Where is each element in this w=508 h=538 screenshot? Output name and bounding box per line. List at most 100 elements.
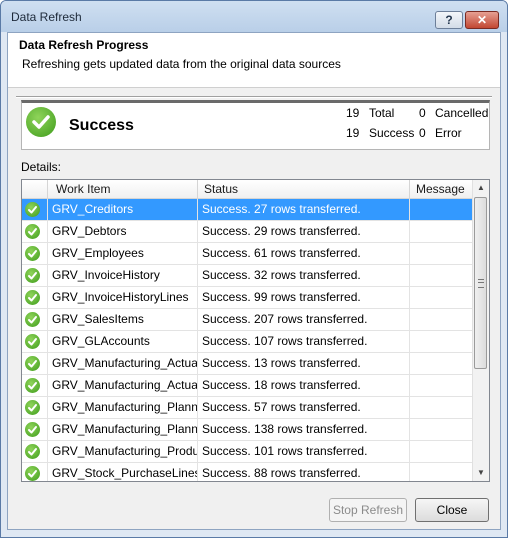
work-item-cell: GRV_InvoiceHistory: [48, 265, 198, 286]
table-row[interactable]: GRV_SalesItems Success. 207 rows transfer…: [22, 309, 474, 331]
summary-status: Success: [69, 117, 134, 134]
status-cell: Success. 61 rows transferred.: [198, 243, 410, 264]
success-check-icon: [25, 268, 40, 283]
success-check-icon: [25, 400, 40, 415]
table-row[interactable]: GRV_Debtors Success. 29 rows transferred.: [22, 221, 474, 243]
help-button[interactable]: ?: [435, 11, 463, 29]
total-count: 19: [346, 106, 360, 120]
column-header-status[interactable]: Status: [198, 180, 410, 198]
table-row[interactable]: GRV_InvoiceHistory Success. 32 rows trans…: [22, 265, 474, 287]
column-header-message[interactable]: Message: [410, 180, 474, 198]
success-label: Success: [369, 126, 415, 140]
status-cell: Success. 29 rows transferred.: [198, 221, 410, 242]
stop-refresh-button[interactable]: Stop Refresh: [329, 498, 407, 522]
work-item-cell: GRV_Creditors: [48, 199, 198, 220]
table-row[interactable]: GRV_Manufacturing_Actua... Success. 18 ro…: [22, 375, 474, 397]
status-cell: Success. 32 rows transferred.: [198, 265, 410, 286]
close-button[interactable]: Close: [415, 498, 489, 522]
status-icon-cell: [22, 419, 48, 440]
success-check-icon: [25, 312, 40, 327]
success-check-icon: [25, 334, 40, 349]
success-check-icon: [25, 422, 40, 437]
status-cell: Success. 13 rows transferred.: [198, 353, 410, 374]
dialog-header: Data Refresh Progress Refreshing gets up…: [8, 33, 500, 88]
table-row[interactable]: GRV_Employees Success. 61 rows transferre…: [22, 243, 474, 265]
work-item-cell: GRV_Manufacturing_Plann...: [48, 419, 198, 440]
table-row[interactable]: GRV_Manufacturing_Actua... Success. 13 ro…: [22, 353, 474, 375]
error-label: Error: [435, 126, 462, 140]
separator: [16, 96, 492, 98]
cancelled-label: Cancelled: [435, 106, 489, 120]
message-cell: [410, 419, 474, 440]
status-icon-cell: [22, 221, 48, 242]
status-cell: Success. 99 rows transferred.: [198, 287, 410, 308]
window-title: Data Refresh: [11, 10, 82, 24]
work-item-cell: GRV_SalesItems: [48, 309, 198, 330]
header-subtitle: Refreshing gets updated data from the or…: [22, 57, 341, 71]
status-cell: Success. 138 rows transferred.: [198, 419, 410, 440]
status-icon-cell: [22, 397, 48, 418]
message-cell: [410, 375, 474, 396]
message-cell: [410, 309, 474, 330]
message-cell: [410, 243, 474, 264]
status-icon-cell: [22, 265, 48, 286]
message-cell: [410, 265, 474, 286]
table-row[interactable]: GRV_GLAccounts Success. 107 rows transfer…: [22, 331, 474, 353]
scroll-down-arrow-icon[interactable]: ▼: [473, 465, 489, 481]
work-item-cell: GRV_Stock_PurchaseLines: [48, 463, 198, 481]
cancelled-count: 0: [419, 106, 426, 120]
status-icon-cell: [22, 243, 48, 264]
status-icon-cell: [22, 353, 48, 374]
status-cell: Success. 57 rows transferred.: [198, 397, 410, 418]
message-cell: [410, 331, 474, 352]
table-row[interactable]: GRV_Manufacturing_Plann... Success. 138 r…: [22, 419, 474, 441]
work-item-cell: GRV_Manufacturing_Plann...: [48, 397, 198, 418]
work-item-cell: GRV_Manufacturing_Actua...: [48, 375, 198, 396]
summary-panel: Success 19 Total 0 Cancelled 19 Success …: [21, 100, 490, 150]
message-cell: [410, 199, 474, 220]
success-check-icon: [25, 356, 40, 371]
table-row[interactable]: GRV_InvoiceHistoryLines Success. 99 rows …: [22, 287, 474, 309]
message-cell: [410, 397, 474, 418]
work-item-cell: GRV_Manufacturing_Produ...: [48, 441, 198, 462]
table-row[interactable]: GRV_Manufacturing_Produ... Success. 101 r…: [22, 441, 474, 463]
error-count: 0: [419, 126, 426, 140]
details-grid[interactable]: Work Item Status Message GRV_Creditors Su…: [21, 179, 490, 482]
status-cell: Success. 27 rows transferred.: [198, 199, 410, 220]
status-cell: Success. 207 rows transferred.: [198, 309, 410, 330]
dialog-body: Data Refresh Progress Refreshing gets up…: [7, 32, 501, 530]
table-row[interactable]: GRV_Stock_PurchaseLines Success. 88 rows …: [22, 463, 474, 481]
column-header-work-item[interactable]: Work Item: [48, 180, 198, 198]
status-cell: Success. 101 rows transferred.: [198, 441, 410, 462]
success-check-icon: [25, 246, 40, 261]
window-close-button[interactable]: ✕: [465, 11, 499, 29]
status-cell: Success. 18 rows transferred.: [198, 375, 410, 396]
total-label: Total: [369, 106, 395, 120]
message-cell: [410, 353, 474, 374]
header-icon-column[interactable]: [22, 180, 48, 198]
status-icon-cell: [22, 375, 48, 396]
grid-header: Work Item Status Message: [22, 180, 474, 199]
title-bar: Data Refresh ? ✕: [1, 1, 507, 32]
status-icon-cell: [22, 309, 48, 330]
status-cell: Success. 88 rows transferred.: [198, 463, 410, 481]
table-row[interactable]: GRV_Manufacturing_Plann... Success. 57 ro…: [22, 397, 474, 419]
success-check-icon: [25, 378, 40, 393]
success-check-icon: [26, 107, 56, 137]
work-item-cell: GRV_Manufacturing_Actua...: [48, 353, 198, 374]
success-count: 19: [346, 126, 360, 140]
status-cell: Success. 107 rows transferred.: [198, 331, 410, 352]
scroll-thumb[interactable]: [474, 197, 487, 369]
work-item-cell: GRV_Debtors: [48, 221, 198, 242]
header-title: Data Refresh Progress: [19, 38, 149, 52]
work-item-cell: GRV_InvoiceHistoryLines: [48, 287, 198, 308]
status-icon-cell: [22, 287, 48, 308]
scroll-up-arrow-icon[interactable]: ▲: [473, 180, 489, 196]
success-check-icon: [25, 290, 40, 305]
work-item-cell: GRV_GLAccounts: [48, 331, 198, 352]
message-cell: [410, 287, 474, 308]
message-cell: [410, 463, 474, 481]
grid-rows: GRV_Creditors Success. 27 rows transferre…: [22, 199, 474, 481]
table-row[interactable]: GRV_Creditors Success. 27 rows transferre…: [22, 199, 474, 221]
vertical-scrollbar[interactable]: ▲ ▼: [472, 180, 489, 481]
